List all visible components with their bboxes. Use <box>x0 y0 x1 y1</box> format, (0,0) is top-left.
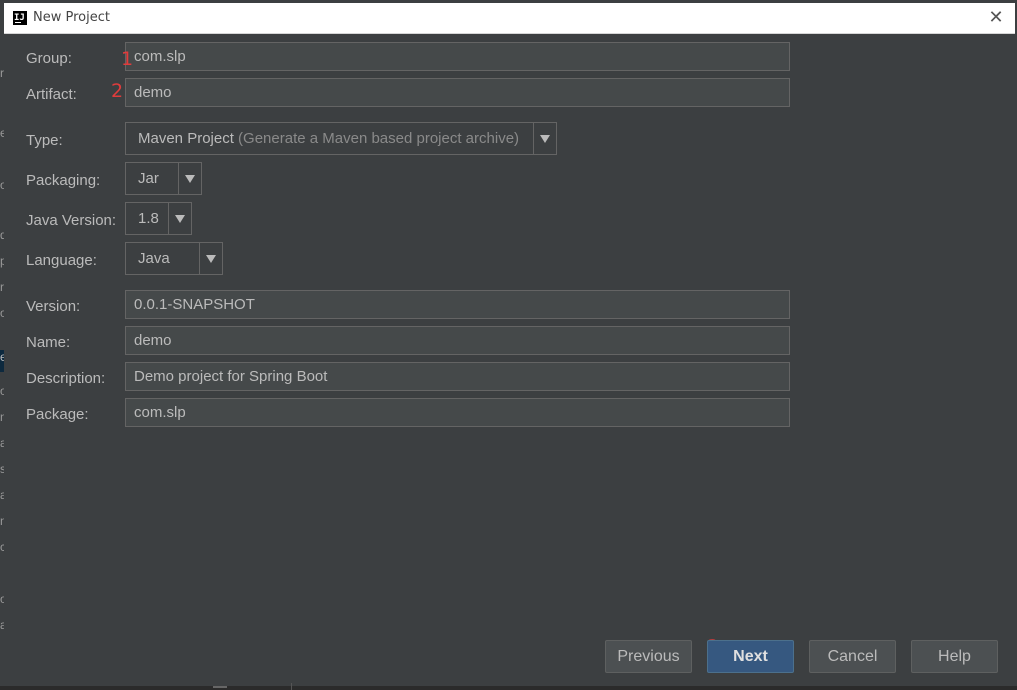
ide-bottom-edge <box>0 686 1017 690</box>
new-project-dialog: IJ New Project ✕ Group: com.slp 1 Artifa… <box>4 3 1015 688</box>
packaging-select[interactable]: Jar <box>125 162 202 195</box>
language-label: Language: <box>26 252 97 269</box>
type-select[interactable]: Maven Project (Generate a Maven based pr… <box>125 122 557 155</box>
help-button[interactable]: Help <box>911 640 998 673</box>
window-title: New Project <box>33 10 110 25</box>
type-label: Type: <box>26 132 63 149</box>
chevron-down-icon[interactable] <box>199 243 222 274</box>
package-label: Package: <box>26 406 89 423</box>
type-hint-text: (Generate a Maven based project archive) <box>238 130 520 147</box>
description-input[interactable]: Demo project for Spring Boot <box>125 362 790 391</box>
java-version-select[interactable]: 1.8 <box>125 202 192 235</box>
next-button[interactable]: Next <box>707 640 794 673</box>
java-version-label: Java Version: <box>26 212 117 229</box>
description-label: Description: <box>26 370 106 387</box>
java-version-select-value: 1.8 <box>138 210 159 227</box>
type-select-value: Maven Project (Generate a Maven based pr… <box>138 123 519 154</box>
artifact-input[interactable]: demo <box>125 78 790 107</box>
close-icon[interactable]: ✕ <box>985 6 1007 28</box>
language-select-value: Java <box>138 250 170 267</box>
intellij-logo-icon: IJ <box>13 11 27 25</box>
title-bar[interactable]: IJ New Project ✕ <box>4 3 1015 34</box>
version-label: Version: <box>26 298 81 315</box>
cancel-button[interactable]: Cancel <box>809 640 896 673</box>
chevron-down-icon[interactable] <box>533 123 556 154</box>
annotation-marker-2: 2 <box>111 80 124 102</box>
name-label: Name: <box>26 334 71 351</box>
artifact-label: Artifact: <box>26 86 77 103</box>
version-input[interactable]: 0.0.1-SNAPSHOT <box>125 290 790 319</box>
packaging-select-value: Jar <box>138 170 159 187</box>
packaging-label: Packaging: <box>26 172 101 189</box>
chevron-down-icon[interactable] <box>168 203 191 234</box>
annotation-marker-1: 1 <box>121 48 134 70</box>
group-label: Group: <box>26 50 72 67</box>
previous-button[interactable]: Previous <box>605 640 692 673</box>
ide-bottom-handle <box>213 686 227 688</box>
name-input[interactable]: demo <box>125 326 790 355</box>
ide-bottom-divider <box>291 683 292 690</box>
group-input[interactable]: com.slp <box>125 42 790 71</box>
language-select[interactable]: Java <box>125 242 223 275</box>
type-value-text: Maven Project <box>138 130 234 147</box>
chevron-down-icon[interactable] <box>178 163 201 194</box>
package-input[interactable]: com.slp <box>125 398 790 427</box>
